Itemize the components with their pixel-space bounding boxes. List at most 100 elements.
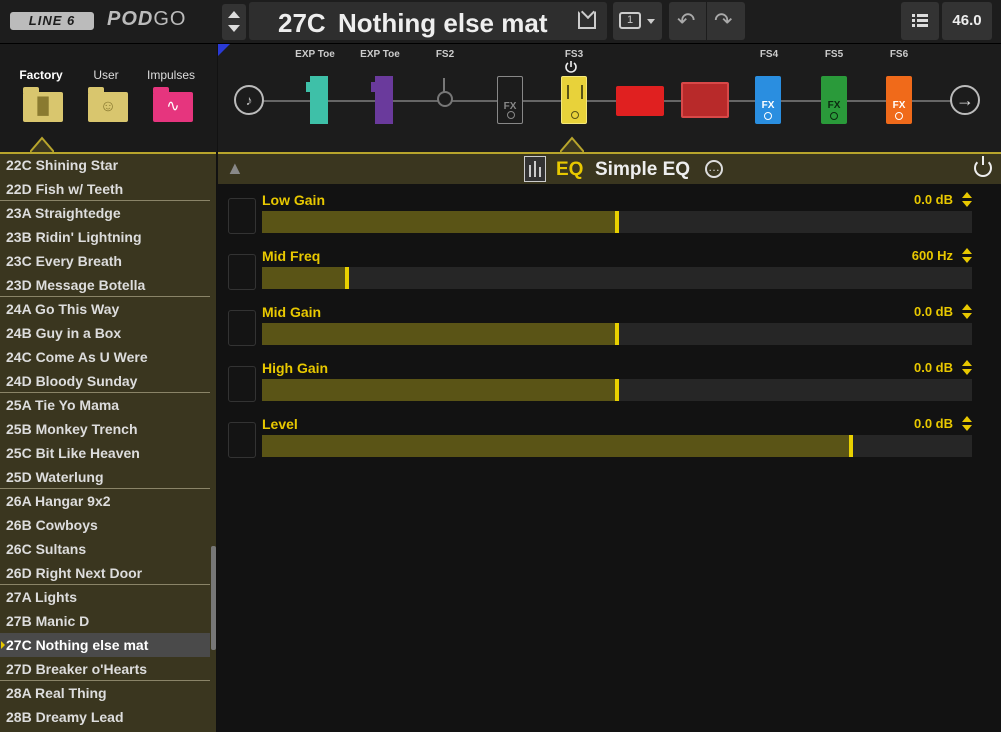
controller-assign-button[interactable] (228, 366, 256, 402)
slider-fill (262, 267, 347, 289)
preset-item[interactable]: 22D Fish w/ Teeth (0, 177, 210, 201)
param-slider[interactable] (262, 323, 972, 345)
preset-item[interactable]: 25B Monkey Trench (0, 417, 210, 441)
param-value[interactable]: 0.0 dB (914, 192, 953, 207)
fx-block-orange[interactable]: FX (886, 76, 912, 124)
controller-assign-button[interactable] (228, 310, 256, 346)
preset-up-down-arrows[interactable] (222, 4, 246, 40)
param-slider[interactable] (262, 267, 972, 289)
slider-thumb[interactable] (849, 435, 853, 457)
preset-up-arrow-icon[interactable] (228, 11, 240, 18)
preset-item[interactable]: 25A Tie Yo Mama (0, 393, 210, 417)
fx-empty-block[interactable]: FX (497, 76, 523, 124)
preset-item[interactable]: 24B Guy in a Box (0, 321, 210, 345)
preset-item[interactable]: 24D Bloody Sunday (0, 369, 210, 393)
preset-item[interactable]: 26D Right Next Door (0, 561, 210, 585)
preset-number: 27C (278, 8, 326, 38)
fx-block-green[interactable]: FX (821, 76, 847, 124)
block-model-name[interactable]: Simple EQ (595, 159, 690, 181)
param-name: High Gain (262, 360, 329, 376)
slider-thumb[interactable] (615, 211, 619, 233)
tab-impulses[interactable]: Impulses (141, 68, 201, 82)
exp-toe-label: EXP Toe (295, 49, 335, 60)
fx-block-blue[interactable]: FX (755, 76, 781, 124)
library-browser: Factory User Impulses █ ☺ ∿ (0, 44, 217, 152)
more-options-icon[interactable]: … (705, 160, 723, 178)
block-power-icon[interactable] (974, 156, 992, 177)
expression-pedal-icon[interactable]: ▲ (226, 158, 244, 179)
menu-button[interactable] (901, 2, 939, 40)
eq-block-selected[interactable] (561, 76, 587, 124)
output-arrow-icon[interactable]: → (950, 85, 980, 115)
divider (706, 2, 707, 40)
snapshot-button[interactable]: 1 (613, 2, 662, 40)
param-slider[interactable] (262, 379, 972, 401)
preset-down-arrow-icon[interactable] (228, 25, 240, 32)
value-stepper-icon[interactable] (962, 360, 972, 376)
save-icon[interactable] (578, 11, 596, 29)
amp-block[interactable] (616, 86, 664, 116)
guitar-input-icon[interactable]: ♪ (234, 85, 264, 115)
param-slider[interactable] (262, 435, 972, 457)
tempo-display[interactable]: 46.0 (942, 2, 992, 40)
preset-item[interactable]: 24C Come As U Were (0, 345, 210, 369)
preset-item[interactable]: 23C Every Breath (0, 249, 210, 273)
fs3-label: FS3 (564, 49, 584, 60)
empty-slot-block[interactable] (435, 78, 455, 122)
preset-item[interactable]: 26A Hangar 9x2 (0, 489, 210, 513)
undo-redo-group: ↶ ↷ (669, 2, 745, 40)
preset-item[interactable]: 27B Manic D (0, 609, 210, 633)
power-on-icon[interactable] (564, 60, 578, 74)
value-stepper-icon[interactable] (962, 304, 972, 320)
preset-item[interactable]: 26B Cowboys (0, 513, 210, 537)
param-value[interactable]: 0.0 dB (914, 304, 953, 319)
value-stepper-icon[interactable] (962, 192, 972, 208)
factory-folder-icon[interactable]: █ (23, 87, 63, 122)
preset-item[interactable]: 27D Breaker o'Hearts (0, 657, 210, 681)
preset-item[interactable]: 26C Sultans (0, 537, 210, 561)
fs6-label: FS6 (889, 49, 909, 60)
value-stepper-icon[interactable] (962, 248, 972, 264)
signal-path-line (248, 100, 968, 102)
param-level: Level 0.0 dB (228, 408, 973, 460)
preset-item[interactable]: 23B Ridin' Lightning (0, 225, 210, 249)
wah-pedal-block[interactable] (306, 76, 328, 124)
user-folder-icon[interactable]: ☺ (88, 87, 128, 122)
controller-assign-button[interactable] (228, 198, 256, 234)
preset-name[interactable]: Nothing else mat (338, 8, 547, 39)
controller-assign-button[interactable] (228, 422, 256, 458)
param-mid-gain: Mid Gain 0.0 dB (228, 296, 973, 348)
preset-item[interactable]: 25C Bit Like Heaven (0, 441, 210, 465)
block-category[interactable]: EQ (556, 159, 583, 181)
value-stepper-icon[interactable] (962, 416, 972, 432)
volume-pedal-block[interactable] (371, 76, 393, 124)
preset-item[interactable]: 24A Go This Way (0, 297, 210, 321)
tab-user[interactable]: User (76, 68, 136, 82)
preset-item[interactable]: 23A Straightedge (0, 201, 210, 225)
redo-icon[interactable]: ↷ (714, 10, 732, 32)
preset-item[interactable]: 25D Waterlung (0, 465, 210, 489)
undo-icon[interactable]: ↶ (677, 10, 695, 32)
slider-thumb[interactable] (615, 323, 619, 345)
controller-assign-button[interactable] (228, 254, 256, 290)
snapshot-icon: 1 (619, 12, 641, 29)
preset-item[interactable]: 23D Message Botella (0, 273, 210, 297)
cab-block[interactable] (681, 82, 729, 118)
preset-name-box[interactable]: 27C Nothing else mat (249, 2, 607, 40)
param-value[interactable]: 600 Hz (912, 248, 953, 263)
param-slider[interactable] (262, 211, 972, 233)
preset-item[interactable]: 22C Shining Star (0, 153, 210, 177)
slider-fill (262, 435, 851, 457)
preset-item[interactable]: 28B Dreamy Lead (0, 705, 210, 729)
preset-list-scrollbar[interactable] (211, 546, 216, 650)
slider-thumb[interactable] (615, 379, 619, 401)
preset-item-selected[interactable]: 27C Nothing else mat (0, 633, 210, 657)
slider-thumb[interactable] (345, 267, 349, 289)
slider-fill (262, 379, 617, 401)
param-value[interactable]: 0.0 dB (914, 416, 953, 431)
impulse-folder-icon[interactable]: ∿ (153, 87, 193, 122)
preset-item[interactable]: 27A Lights (0, 585, 210, 609)
preset-item[interactable]: 28A Real Thing (0, 681, 210, 705)
tab-factory[interactable]: Factory (11, 68, 71, 82)
param-value[interactable]: 0.0 dB (914, 360, 953, 375)
